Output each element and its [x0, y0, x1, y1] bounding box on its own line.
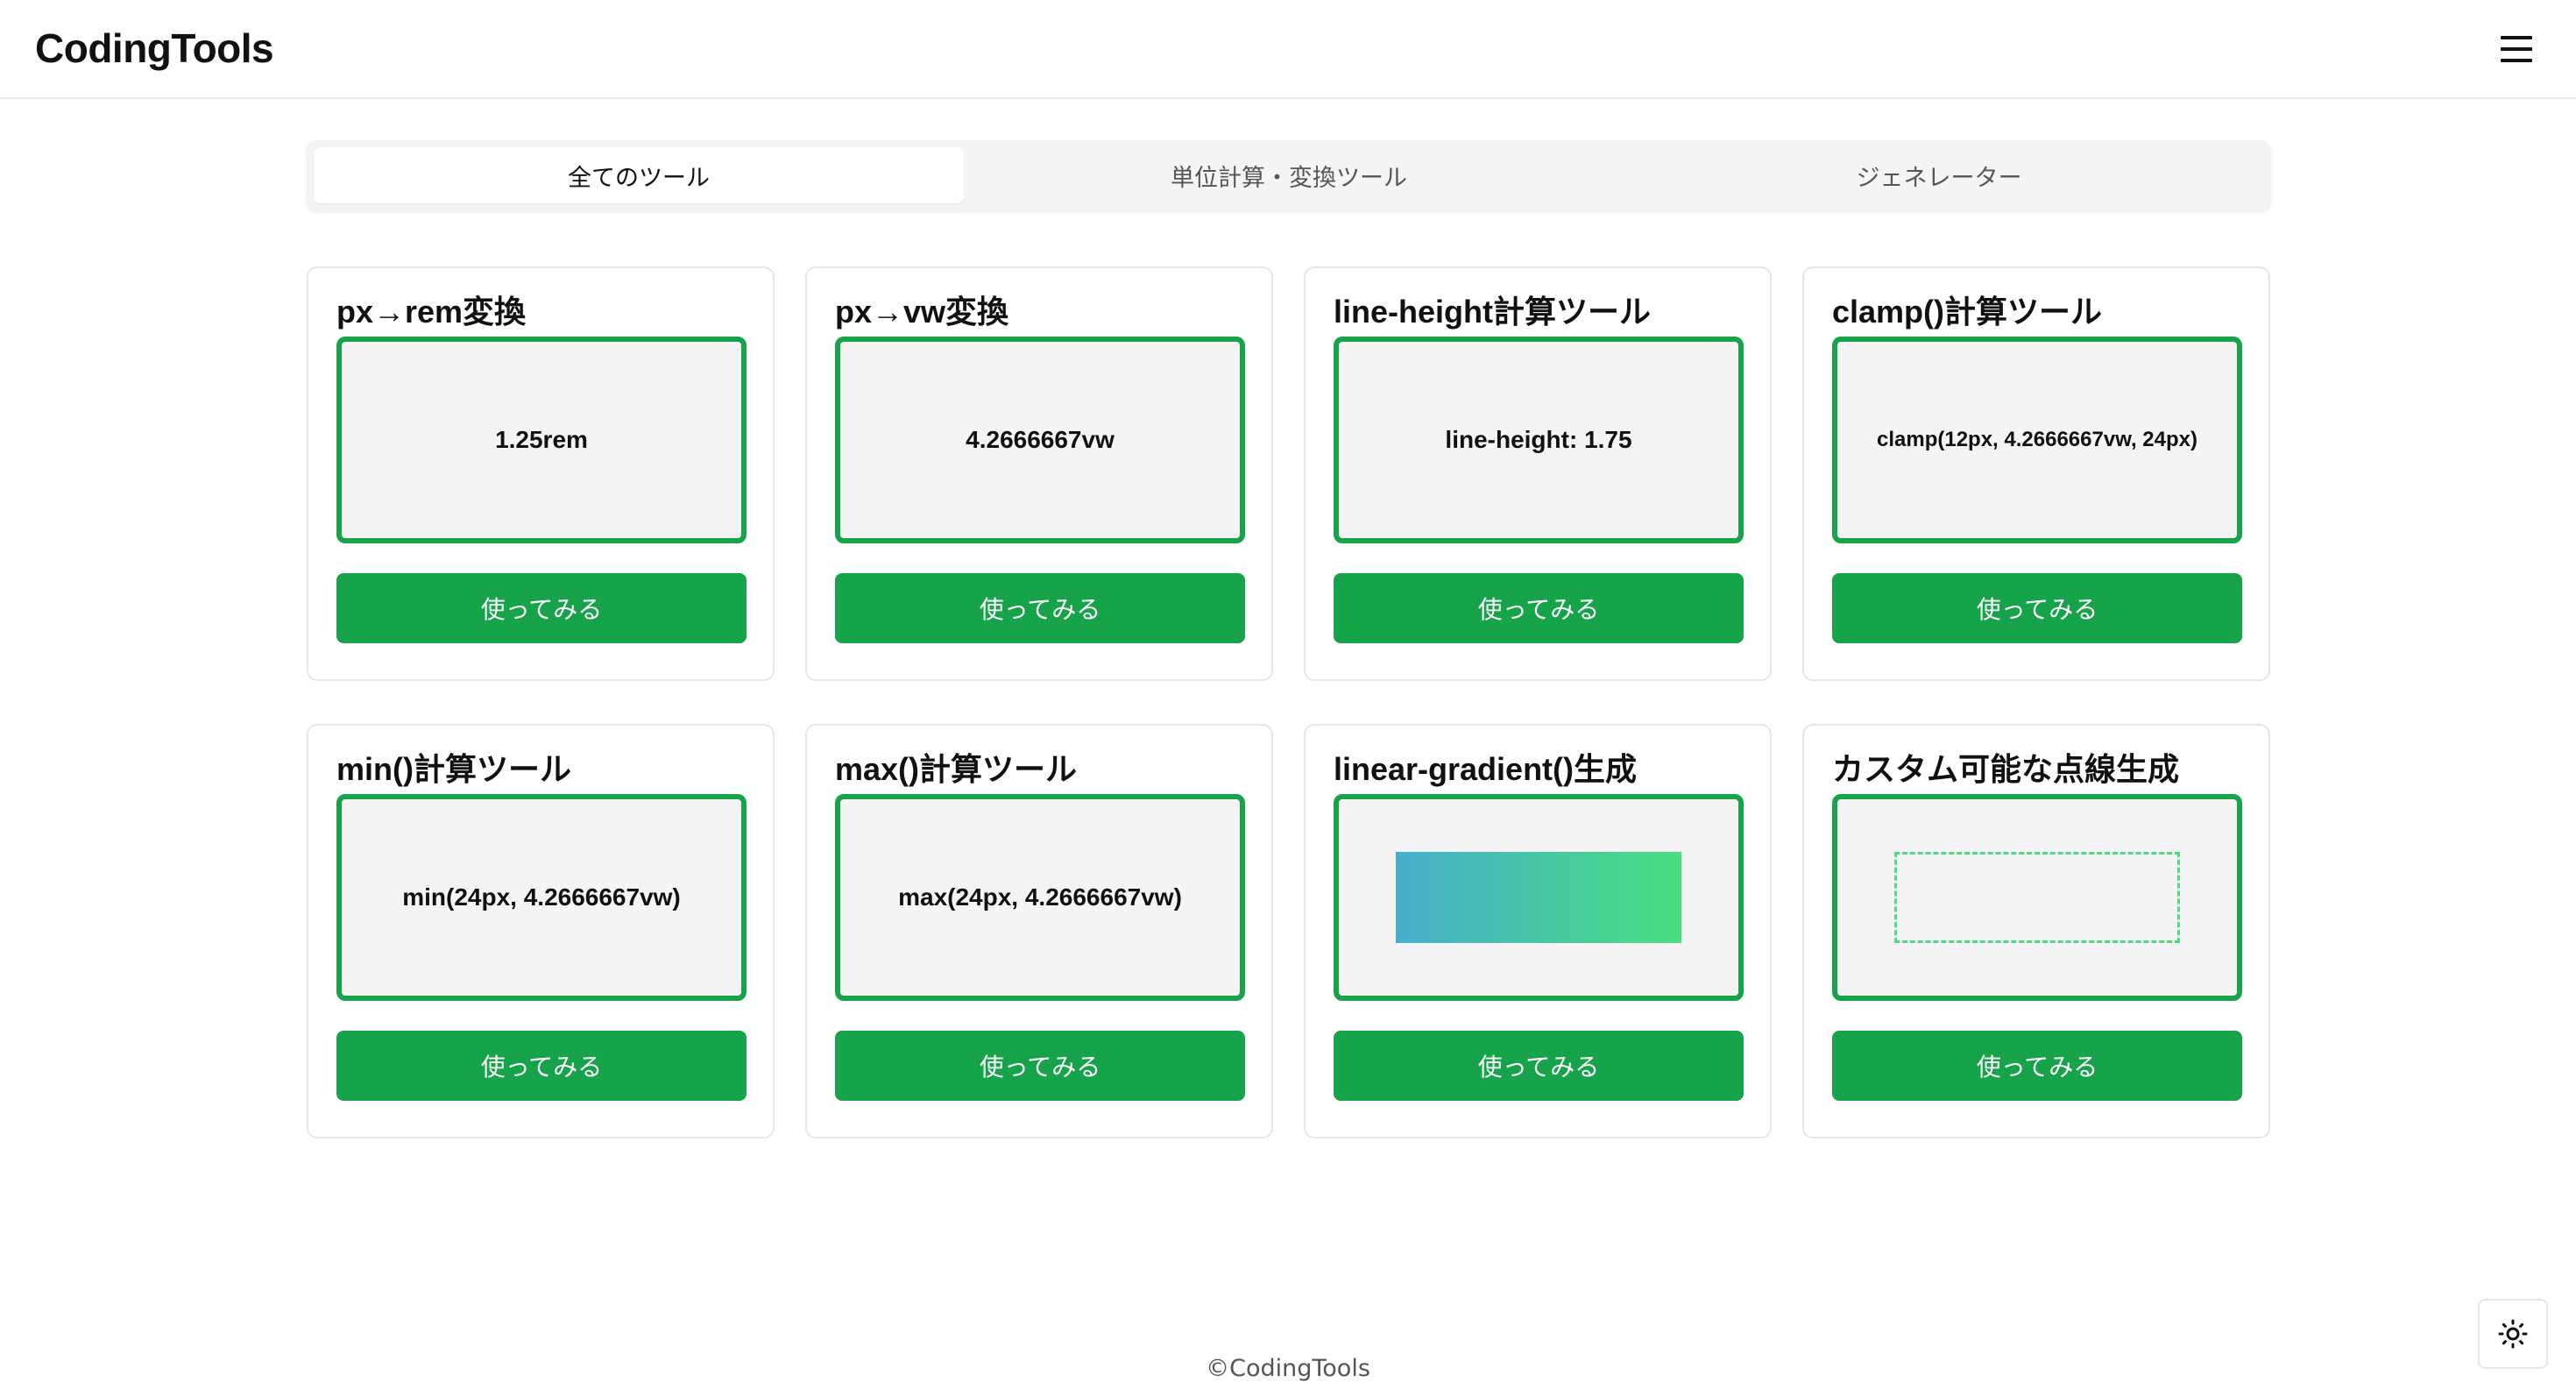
tool-preview: max(24px, 4.2666667vw)	[835, 794, 1245, 1001]
site-header: CodingTools	[0, 0, 2576, 99]
tool-preview: 1.25rem	[336, 337, 747, 543]
sun-icon	[2498, 1319, 2528, 1349]
preview-value: 4.2666667vw	[966, 426, 1115, 453]
tool-preview: 4.2666667vw	[835, 337, 1245, 543]
tool-card-max: max()計算ツール max(24px, 4.2666667vw) 使ってみる	[805, 724, 1273, 1138]
theme-toggle-button[interactable]	[2478, 1299, 2548, 1369]
try-button[interactable]: 使ってみる	[336, 1031, 747, 1101]
try-button[interactable]: 使ってみる	[336, 573, 747, 643]
copyright-text: ©CodingTools	[1206, 1355, 1370, 1382]
tab-unit-conversion[interactable]: 単位計算・変換ツール	[964, 147, 1614, 203]
gradient-sample	[1396, 852, 1681, 943]
tool-title: min()計算ツール	[336, 751, 571, 787]
tool-card-px-rem: px→rem変換 1.25rem 使ってみる	[307, 266, 775, 681]
try-button[interactable]: 使ってみる	[835, 1031, 1245, 1101]
try-button[interactable]: 使ってみる	[1832, 1031, 2242, 1101]
tab-all-tools[interactable]: 全てのツール	[314, 147, 964, 203]
tool-preview: clamp(12px, 4.2666667vw, 24px)	[1832, 337, 2242, 543]
try-button[interactable]: 使ってみる	[835, 573, 1245, 643]
menu-line	[2501, 36, 2532, 39]
tool-title: カスタム可能な点線生成	[1832, 751, 2180, 787]
preview-value: 1.25rem	[495, 426, 588, 453]
tool-card-clamp: clamp()計算ツール clamp(12px, 4.2666667vw, 24…	[1802, 266, 2270, 681]
tool-title: clamp()計算ツール	[1832, 294, 2103, 330]
site-logo[interactable]: CodingTools	[35, 25, 274, 72]
tool-grid: px→rem変換 1.25rem 使ってみる px→vw変換 4.2666667…	[307, 266, 2271, 1138]
tool-card-dashed-line: カスタム可能な点線生成 使ってみる	[1802, 724, 2270, 1138]
tool-card-px-vw: px→vw変換 4.2666667vw 使ってみる	[805, 266, 1273, 681]
preview-value: clamp(12px, 4.2666667vw, 24px)	[1877, 428, 2197, 451]
tool-title: max()計算ツール	[835, 751, 1078, 787]
try-button[interactable]: 使ってみる	[1334, 573, 1744, 643]
tool-preview	[1832, 794, 2242, 1001]
tool-title: px→rem変換	[336, 294, 527, 330]
tool-title: linear-gradient()生成	[1334, 751, 1638, 787]
preview-value: max(24px, 4.2666667vw)	[898, 883, 1182, 911]
tool-title: line-height計算ツール	[1334, 294, 1651, 330]
tool-preview: line-height: 1.75	[1334, 337, 1744, 543]
tool-title: px→vw変換	[835, 294, 1009, 330]
menu-line	[2501, 47, 2532, 51]
tab-generators[interactable]: ジェネレーター	[1614, 147, 2264, 203]
preview-value: min(24px, 4.2666667vw)	[402, 883, 681, 911]
preview-value: line-height: 1.75	[1445, 426, 1632, 453]
tool-card-min: min()計算ツール min(24px, 4.2666667vw) 使ってみる	[307, 724, 775, 1138]
hamburger-menu-icon[interactable]	[2499, 33, 2534, 65]
tool-preview	[1334, 794, 1744, 1001]
tool-preview: min(24px, 4.2666667vw)	[336, 794, 747, 1001]
dashed-border-sample	[1894, 852, 2180, 943]
menu-line	[2501, 59, 2532, 62]
try-button[interactable]: 使ってみる	[1832, 573, 2242, 643]
category-tabs: 全てのツール 単位計算・変換ツール ジェネレーター	[307, 140, 2271, 210]
try-button[interactable]: 使ってみる	[1334, 1031, 1744, 1101]
tool-card-linear-gradient: linear-gradient()生成 使ってみる	[1304, 724, 1772, 1138]
tool-card-line-height: line-height計算ツール line-height: 1.75 使ってみる	[1304, 266, 1772, 681]
